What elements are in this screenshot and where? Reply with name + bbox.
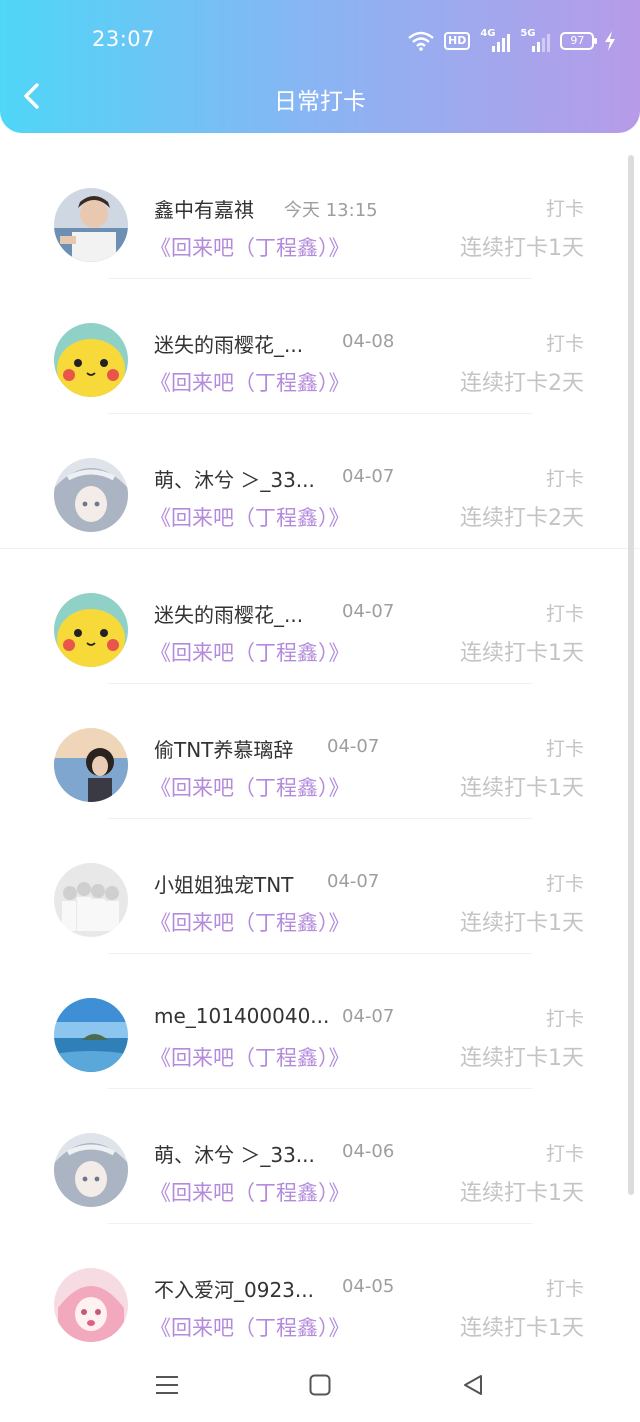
- checkin-label: 打卡: [545, 468, 584, 490]
- avatar[interactable]: [54, 458, 128, 532]
- menu-icon: [155, 1374, 179, 1400]
- streak-count: 连续打卡1天: [460, 641, 584, 666]
- list-item[interactable]: 不入爱河_0923... 04-05 《回来吧（丁程鑫）》 打卡连续打卡1天: [0, 1224, 640, 1353]
- checkin-date: 04-07: [342, 601, 395, 622]
- list-item[interactable]: me_101400040... 04-07 《回来吧（丁程鑫）》 打卡连续打卡1天: [0, 954, 640, 1089]
- hd-icon: HD: [444, 32, 471, 50]
- checkin-label: 打卡: [545, 738, 584, 760]
- avatar[interactable]: [54, 998, 128, 1072]
- checkin-date: 04-07: [342, 466, 395, 487]
- user-name[interactable]: 鑫中有嘉祺: [154, 194, 254, 223]
- avatar[interactable]: [54, 323, 128, 397]
- streak-count: 连续打卡1天: [460, 1181, 584, 1206]
- checkin-date: 04-07: [327, 736, 380, 757]
- song-title-link[interactable]: 《回来吧（丁程鑫）》: [150, 907, 350, 937]
- list-item[interactable]: 迷失的雨樱花_... 04-07 《回来吧（丁程鑫）》 打卡连续打卡1天: [0, 549, 640, 684]
- avatar[interactable]: [54, 188, 128, 262]
- song-title-link[interactable]: 《回来吧（丁程鑫）》: [150, 772, 350, 802]
- avatar[interactable]: [54, 728, 128, 802]
- battery-icon: 97: [560, 32, 598, 50]
- checkin-date: 04-07: [327, 871, 380, 892]
- song-title-link[interactable]: 《回来吧（丁程鑫）》: [150, 1177, 350, 1207]
- status-bar: 23:07 HD 4G 5G 97: [0, 0, 640, 80]
- user-name[interactable]: 萌、沐兮 ＞_33...: [154, 1139, 315, 1168]
- home-button[interactable]: [302, 1369, 338, 1405]
- streak-count: 连续打卡1天: [460, 236, 584, 261]
- list-item[interactable]: 迷失的雨樱花_... 04-08 《回来吧（丁程鑫）》 打卡连续打卡2天: [0, 279, 640, 414]
- checkin-label: 打卡: [545, 1143, 584, 1165]
- back-triangle-icon: [462, 1374, 484, 1400]
- song-title-link[interactable]: 《回来吧（丁程鑫）》: [150, 1042, 350, 1072]
- user-name[interactable]: 不入爱河_0923...: [154, 1274, 314, 1303]
- avatar[interactable]: [54, 863, 128, 937]
- checkin-label: 打卡: [545, 873, 584, 895]
- user-name[interactable]: me_101400040...: [154, 1004, 329, 1028]
- checkin-date: 04-05: [342, 1276, 395, 1297]
- wifi-icon: [408, 31, 434, 51]
- list-item[interactable]: 鑫中有嘉祺 今天 13:15 《回来吧（丁程鑫）》 打卡连续打卡1天: [0, 148, 640, 279]
- user-name[interactable]: 小姐姐独宠TNT: [154, 869, 293, 898]
- streak-count: 连续打卡1天: [460, 911, 584, 936]
- song-title-link[interactable]: 《回来吧（丁程鑫）》: [150, 1312, 350, 1342]
- user-name[interactable]: 迷失的雨樱花_...: [154, 599, 303, 628]
- charging-icon: [604, 31, 616, 51]
- status-time: 23:07: [92, 27, 156, 51]
- list-item[interactable]: 萌、沐兮 ＞_33... 04-07 《回来吧（丁程鑫）》 打卡连续打卡2天: [0, 414, 640, 549]
- checkin-label: 打卡: [545, 198, 584, 220]
- scrollbar[interactable]: [628, 155, 634, 1195]
- list-item[interactable]: 偷TNT养慕璃辞 04-07 《回来吧（丁程鑫）》 打卡连续打卡1天: [0, 684, 640, 819]
- streak-count: 连续打卡1天: [460, 1046, 584, 1071]
- checkin-date: 04-08: [342, 331, 395, 352]
- system-nav-bar: [0, 1353, 640, 1422]
- song-title-link[interactable]: 《回来吧（丁程鑫）》: [150, 637, 350, 667]
- user-name[interactable]: 迷失的雨樱花_...: [154, 329, 303, 358]
- list-item[interactable]: 小姐姐独宠TNT 04-07 《回来吧（丁程鑫）》 打卡连续打卡1天: [0, 819, 640, 954]
- checkin-list[interactable]: 鑫中有嘉祺 今天 13:15 《回来吧（丁程鑫）》 打卡 连续打卡1天 迷失的雨樱花_..…: [0, 148, 640, 1353]
- user-name[interactable]: 萌、沐兮 ＞_33...: [154, 464, 315, 493]
- checkin-label: 打卡: [545, 1278, 584, 1300]
- streak-count: 连续打卡2天: [460, 506, 584, 531]
- checkin-date: 04-07: [342, 1006, 395, 1027]
- song-title-link[interactable]: 《回来吧（丁程鑫）》: [150, 502, 350, 532]
- menu-button[interactable]: [149, 1369, 185, 1405]
- checkin-label: 打卡: [545, 333, 584, 355]
- avatar[interactable]: [54, 1268, 128, 1342]
- checkin-label: 打卡: [545, 1008, 584, 1030]
- signal-4g-icon: 4G: [480, 28, 511, 52]
- streak-count: 连续打卡1天: [460, 1316, 584, 1341]
- list-item[interactable]: 萌、沐兮 ＞_33... 04-06 《回来吧（丁程鑫）》 打卡连续打卡1天: [0, 1089, 640, 1224]
- signal-5g-icon: 5G: [520, 28, 551, 52]
- checkin-date: 今天 13:15: [284, 200, 378, 221]
- checkin-date: 04-06: [342, 1141, 395, 1162]
- header-bar: 23:07 HD 4G 5G 97 日常打卡: [0, 0, 640, 133]
- streak-count: 连续打卡2天: [460, 371, 584, 396]
- streak-count: 连续打卡1天: [460, 776, 584, 801]
- avatar[interactable]: [54, 593, 128, 667]
- back-nav-button[interactable]: [455, 1369, 491, 1405]
- avatar[interactable]: [54, 1133, 128, 1207]
- status-icons: HD 4G 5G 97: [408, 28, 616, 54]
- song-title-link[interactable]: 《回来吧（丁程鑫）》: [150, 367, 350, 397]
- song-title-link[interactable]: 《回来吧（丁程鑫）》: [150, 232, 350, 262]
- page-title: 日常打卡: [274, 89, 366, 115]
- home-square-icon: [309, 1374, 331, 1400]
- checkin-label: 打卡: [545, 603, 584, 625]
- user-name[interactable]: 偷TNT养慕璃辞: [154, 734, 293, 763]
